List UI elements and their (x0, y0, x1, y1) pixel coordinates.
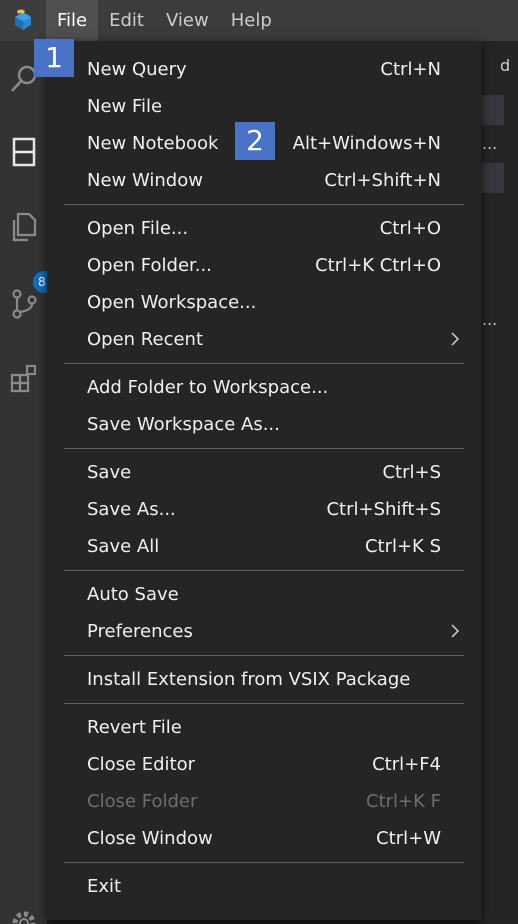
background-ellipsis: ... (482, 134, 498, 153)
menu-item-label: New File (87, 96, 163, 117)
menu-separator (64, 570, 464, 571)
menu-bar: File Edit View Help (0, 0, 518, 41)
menu-item-label: Save (87, 462, 132, 483)
menu-item-label: Open Recent (87, 329, 204, 350)
menu-item-shortcut: Ctrl+S (382, 462, 441, 483)
step-marker-2: 2 (235, 122, 275, 160)
menu-item-shortcut: Ctrl+K F (366, 791, 441, 812)
menu-separator (64, 448, 464, 449)
menu-item-open-workspace[interactable]: Open Workspace... (47, 284, 481, 321)
menu-item-shortcut: Ctrl+K Ctrl+O (315, 255, 441, 276)
menu-item-auto-save[interactable]: Auto Save (47, 576, 481, 613)
menu-item-label: Close Window (87, 828, 213, 849)
menu-item-save-as[interactable]: Save As... Ctrl+Shift+S (47, 491, 481, 528)
menu-separator (64, 862, 464, 863)
menu-separator (64, 703, 464, 704)
menu-separator (64, 655, 464, 656)
menu-item-label: Add Folder to Workspace... (87, 377, 329, 398)
notebook-icon[interactable] (8, 136, 40, 168)
background-row (480, 95, 504, 125)
menu-item-exit[interactable]: Exit (47, 868, 481, 905)
menu-item-shortcut: Ctrl+Shift+N (324, 170, 441, 191)
settings-gear-icon[interactable] (8, 907, 40, 924)
menu-item-close-editor[interactable]: Close Editor Ctrl+F4 (47, 746, 481, 783)
menu-item-label: Close Folder (87, 791, 198, 812)
menu-item-close-folder: Close Folder Ctrl+K F (47, 783, 481, 820)
menu-item-shortcut: Alt+Windows+N (292, 133, 441, 154)
menu-item-save-workspace-as[interactable]: Save Workspace As... (47, 406, 481, 443)
menu-item-label: Save All (87, 536, 160, 557)
menu-item-label: Open File... (87, 218, 189, 239)
menu-item-label: Open Workspace... (87, 292, 257, 313)
menu-item-label: Auto Save (87, 584, 179, 605)
menu-item-label: Open Folder... (87, 255, 212, 276)
menu-item-shortcut: Ctrl+F4 (372, 754, 441, 775)
menu-item-shortcut: Ctrl+N (380, 59, 441, 80)
menu-separator (64, 363, 464, 364)
extensions-icon[interactable] (8, 363, 40, 395)
menu-item-label: New Query (87, 59, 187, 80)
menu-item-open-recent[interactable]: Open Recent (47, 321, 481, 358)
menu-item-new-window[interactable]: New Window Ctrl+Shift+N (47, 162, 481, 199)
menu-item-label: Preferences (87, 621, 193, 642)
app-window: File Edit View Help 8 d ... ... New Quer… (0, 0, 518, 924)
background-text: d (500, 56, 511, 75)
app-logo-icon (0, 0, 46, 41)
menu-item-save[interactable]: Save Ctrl+S (47, 454, 481, 491)
menu-item-shortcut: Ctrl+W (376, 828, 441, 849)
menu-item-label: Close Editor (87, 754, 196, 775)
menu-item-shortcut: Ctrl+Shift+S (326, 499, 441, 520)
menu-item-new-query[interactable]: New Query Ctrl+N (47, 51, 481, 88)
menu-separator (64, 204, 464, 205)
chevron-right-icon (451, 624, 460, 638)
source-control-icon[interactable] (8, 288, 40, 320)
menu-item-open-folder[interactable]: Open Folder... Ctrl+K Ctrl+O (47, 247, 481, 284)
menu-item-close-window[interactable]: Close Window Ctrl+W (47, 820, 481, 857)
menu-item-preferences[interactable]: Preferences (47, 613, 481, 650)
menu-item-label: New Window (87, 170, 203, 191)
menu-view[interactable]: View (155, 0, 220, 41)
menu-item-open-file[interactable]: Open File... Ctrl+O (47, 210, 481, 247)
menu-item-revert-file[interactable]: Revert File (47, 709, 481, 746)
menu-item-label: Install Extension from VSIX Package (87, 669, 411, 690)
chevron-right-icon (451, 332, 460, 346)
file-menu-dropdown: New Query Ctrl+N New File New Notebook A… (47, 41, 481, 920)
menu-item-label: Save As... (87, 499, 176, 520)
menu-edit[interactable]: Edit (98, 0, 155, 41)
menu-help[interactable]: Help (220, 0, 283, 41)
menu-item-shortcut: Ctrl+K S (364, 536, 441, 557)
menu-item-save-all[interactable]: Save All Ctrl+K S (47, 528, 481, 565)
activity-bar: 8 (0, 41, 49, 924)
step-marker-1: 1 (34, 39, 74, 77)
menu-item-install-extension-vsix[interactable]: Install Extension from VSIX Package (47, 661, 481, 698)
menu-item-label: Exit (87, 876, 122, 897)
menu-item-add-folder-to-workspace[interactable]: Add Folder to Workspace... (47, 369, 481, 406)
background-row (480, 163, 504, 193)
menu-item-new-file[interactable]: New File (47, 88, 481, 125)
files-icon[interactable] (8, 211, 40, 243)
menu-item-shortcut: Ctrl+O (379, 218, 441, 239)
menu-file[interactable]: File (46, 0, 99, 41)
menu-item-label: Revert File (87, 717, 182, 738)
background-ellipsis: ... (482, 310, 498, 329)
menu-item-label: Save Workspace As... (87, 414, 280, 435)
